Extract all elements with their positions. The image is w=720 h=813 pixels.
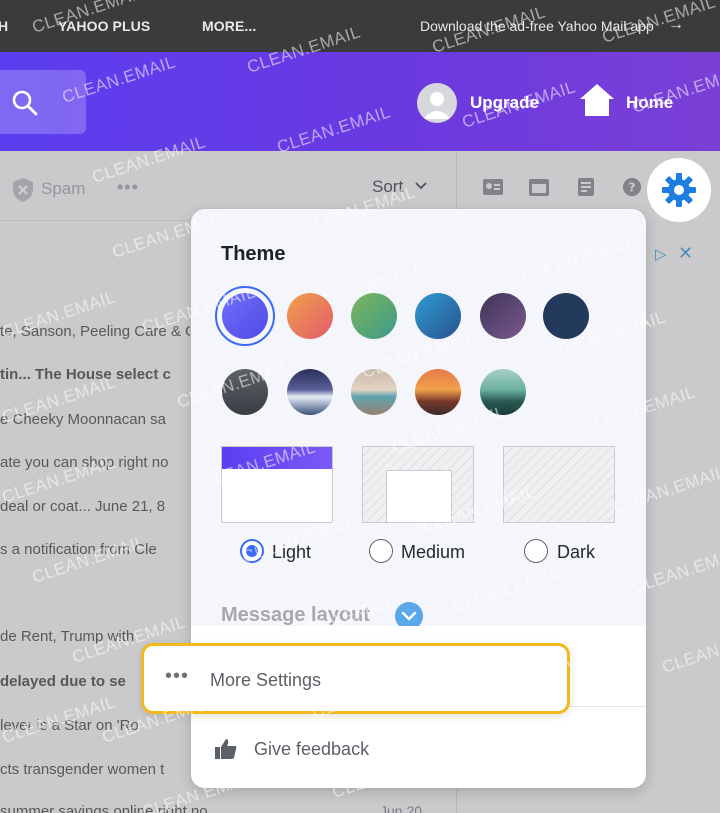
radio-label-dark: Dark xyxy=(557,542,596,562)
theme-swatch-desert[interactable] xyxy=(415,369,461,415)
more-settings-label: More Settings xyxy=(210,670,322,690)
theme-swatch-violet[interactable] xyxy=(480,293,526,339)
upgrade-link[interactable]: Upgrade xyxy=(470,93,539,113)
user-icon xyxy=(423,92,451,119)
theme-swatch-lake[interactable] xyxy=(480,369,526,415)
more-settings-button[interactable]: ••• More Settings xyxy=(141,643,570,714)
avatar[interactable] xyxy=(417,83,457,123)
search-button[interactable] xyxy=(0,70,86,134)
thumbs-up-icon xyxy=(215,739,237,759)
download-app-link[interactable]: Download the ad-free Yahoo Mail app xyxy=(420,18,654,34)
density-preview-medium[interactable] xyxy=(362,446,474,523)
theme-swatch-slate[interactable] xyxy=(222,369,268,415)
gear-icon xyxy=(662,173,696,207)
density-preview-dark[interactable] xyxy=(503,446,615,523)
more-dots-icon: ••• xyxy=(165,665,190,687)
theme-swatch-sunset[interactable] xyxy=(287,293,333,339)
settings-button[interactable] xyxy=(647,158,711,222)
message-layout-heading: Message layout xyxy=(221,604,370,626)
theme-swatch-navy[interactable] xyxy=(543,293,589,339)
give-feedback-link[interactable]: Give feedback xyxy=(254,739,369,760)
theme-swatch-mountain[interactable] xyxy=(287,369,333,415)
nav-link-yahoo-plus[interactable]: YAHOO PLUS xyxy=(58,18,150,34)
nav-link-more[interactable]: MORE... xyxy=(202,18,256,34)
theme-heading: Theme xyxy=(221,243,286,265)
search-icon xyxy=(12,90,38,116)
theme-swatch-purple[interactable] xyxy=(222,293,268,339)
radio-medium[interactable] xyxy=(369,539,393,563)
radio-dark[interactable] xyxy=(524,539,548,563)
mail-header: Upgrade Home xyxy=(0,52,720,151)
home-link[interactable]: Home xyxy=(626,93,673,113)
radio-label-medium: Medium xyxy=(401,542,466,562)
radio-light[interactable] xyxy=(240,539,264,563)
home-icon[interactable] xyxy=(578,82,616,118)
arrow-right-icon: → xyxy=(668,16,684,33)
theme-swatch-beach[interactable] xyxy=(351,369,397,415)
radio-label-light: Light xyxy=(272,542,312,562)
theme-swatch-blue[interactable] xyxy=(415,293,461,339)
nav-link-home[interactable]: H xyxy=(0,18,8,34)
top-nav: H YAHOO PLUS MORE... Download the ad-fre… xyxy=(0,0,720,52)
density-preview-light[interactable] xyxy=(221,446,333,523)
theme-swatch-green[interactable] xyxy=(351,293,397,339)
